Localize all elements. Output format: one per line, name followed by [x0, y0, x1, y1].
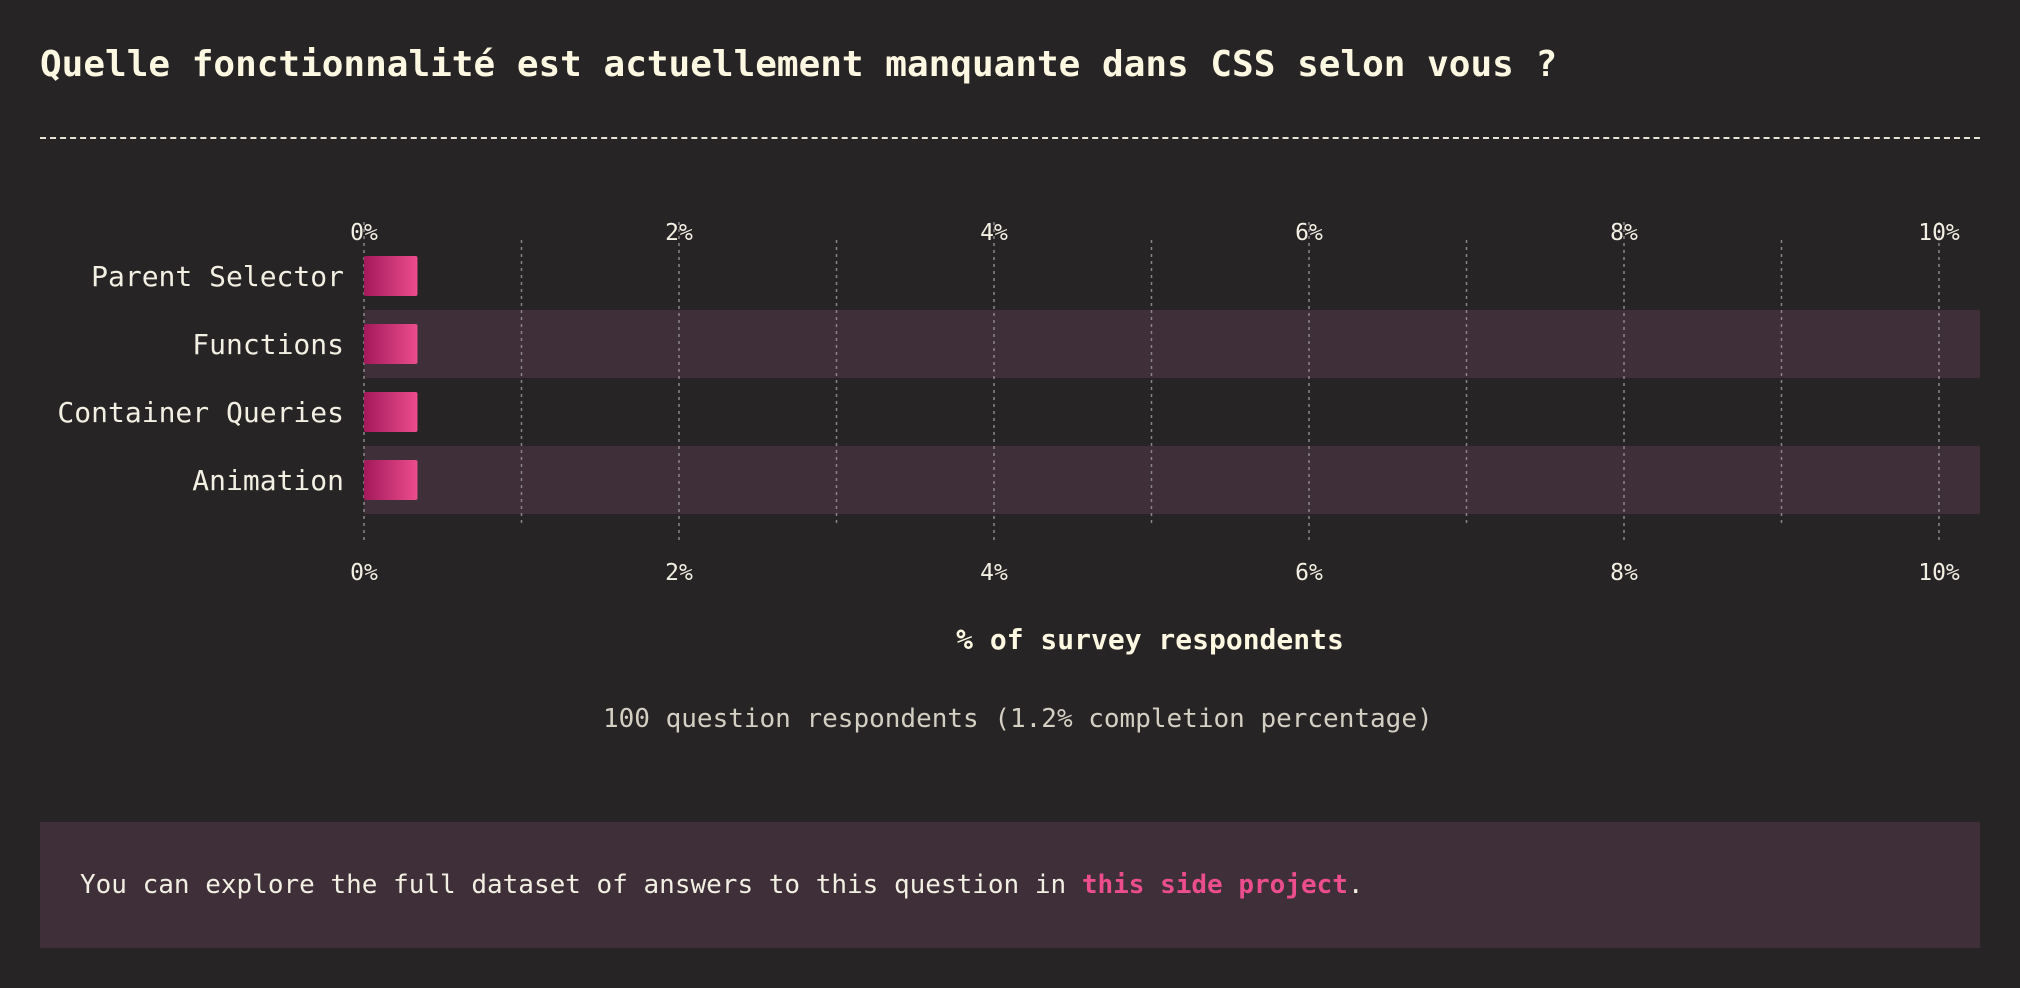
x-axis-top: 0% 2% 4% 6% 8% 10%: [350, 220, 1960, 246]
bar: [364, 256, 418, 296]
x-axis-title: % of survey respondents: [956, 623, 1344, 656]
dataset-note: You can explore the full dataset of answ…: [40, 822, 1980, 948]
dataset-note-suffix: .: [1347, 870, 1364, 900]
bar: [364, 392, 418, 432]
category-label: Parent Selector: [91, 260, 344, 293]
side-project-link[interactable]: this side project: [1082, 870, 1348, 900]
x-tick-label-bottom: 4%: [980, 560, 1008, 586]
x-tick-label-top: 0%: [350, 220, 378, 246]
x-tick-label-bottom: 10%: [1918, 560, 1960, 586]
x-tick-label-top: 2%: [665, 220, 693, 246]
x-tick-label-bottom: 8%: [1610, 560, 1638, 586]
x-tick-label-top: 8%: [1610, 220, 1638, 246]
bar-chart: 0% 2% 4% 6% 8% 10% 0% 2% 4% 6% 8% 10% Parent Selec…: [57, 220, 1980, 586]
row-stripe: [364, 310, 1980, 378]
category-label: Functions: [192, 328, 344, 361]
row-stripes: [364, 310, 1980, 514]
x-axis-bottom: 0% 2% 4% 6% 8% 10%: [350, 560, 1960, 586]
x-tick-label-bottom: 0%: [350, 560, 378, 586]
x-tick-label-bottom: 2%: [665, 560, 693, 586]
category-label: Container Queries: [57, 396, 344, 429]
x-tick-label-bottom: 6%: [1295, 560, 1323, 586]
bar: [364, 324, 418, 364]
category-label: Animation: [192, 464, 344, 497]
page-title: Quelle fonctionnalité est actuellement m…: [40, 44, 1558, 85]
dataset-note-text: You can explore the full dataset of answ…: [80, 870, 1082, 900]
title-divider: [40, 137, 1980, 139]
x-tick-label-top: 10%: [1918, 220, 1960, 246]
x-tick-label-top: 4%: [980, 220, 1008, 246]
row-stripe: [364, 446, 1980, 514]
y-axis-labels: Parent Selector Functions Container Querie…: [57, 260, 344, 497]
x-tick-label-top: 6%: [1295, 220, 1323, 246]
bar: [364, 460, 418, 500]
